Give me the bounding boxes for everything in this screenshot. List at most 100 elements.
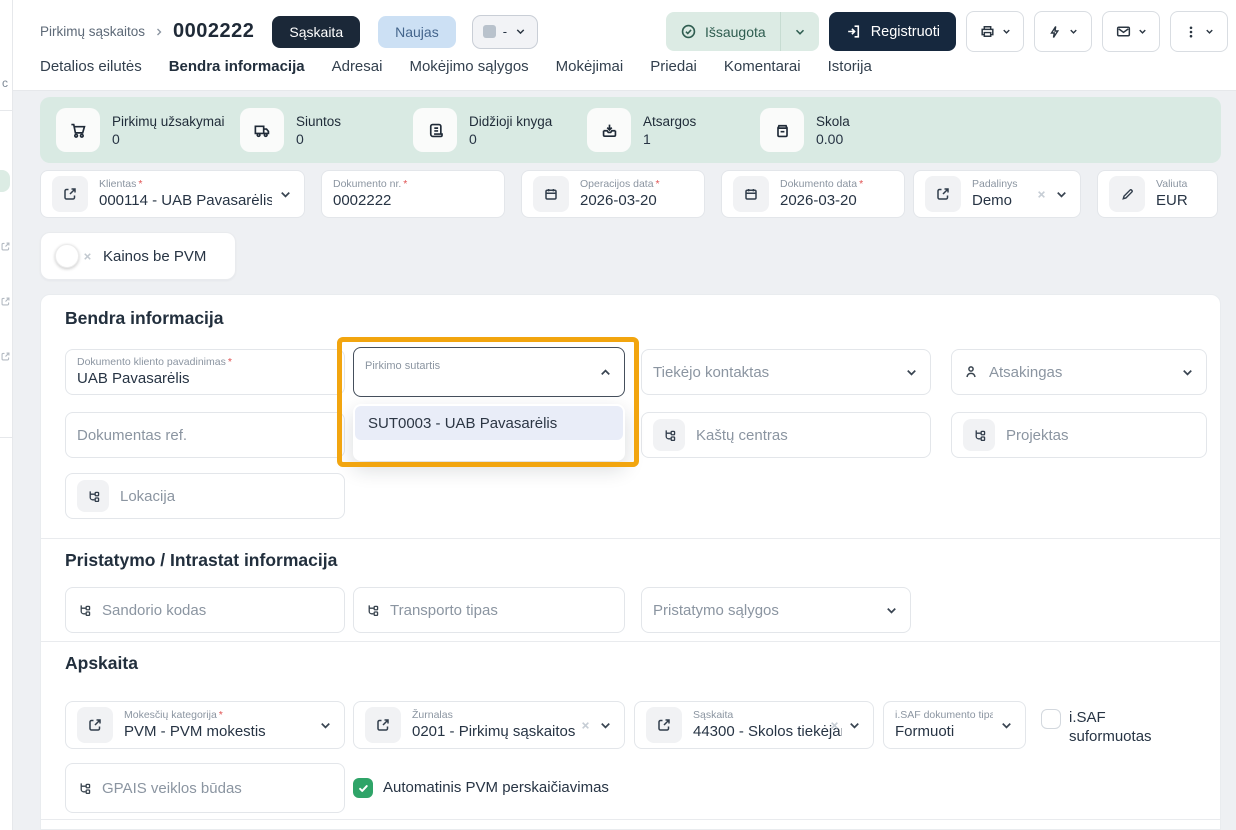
field-tiekejo-kontaktas[interactable]: Tiekėjo kontaktas bbox=[641, 349, 931, 395]
saved-split-button[interactable]: Išsaugota bbox=[666, 12, 819, 51]
chevron-up-icon bbox=[598, 365, 613, 380]
clear-icon[interactable] bbox=[828, 719, 841, 732]
field-dokumento-data[interactable]: Dokumento data*2026-03-20 bbox=[721, 170, 905, 218]
tab-mokejimo-salygos[interactable]: Mokėjimo sąlygos bbox=[409, 58, 528, 88]
pencil-icon[interactable] bbox=[1109, 176, 1145, 212]
email-button[interactable] bbox=[1102, 11, 1160, 52]
toggle-knob[interactable] bbox=[55, 244, 79, 268]
person-icon bbox=[963, 364, 979, 380]
print-button[interactable] bbox=[966, 11, 1024, 52]
field-valiuta[interactable]: ValiutaEUR bbox=[1097, 170, 1218, 218]
stat-shipments[interactable]: Siuntos0 bbox=[240, 108, 413, 152]
tab-detalios-eilutes[interactable]: Detalios eilutės bbox=[40, 58, 142, 88]
tree-icon bbox=[963, 419, 995, 451]
external-link-icon[interactable] bbox=[365, 707, 401, 743]
check-circle-icon bbox=[680, 23, 697, 40]
flash-icon bbox=[1047, 24, 1063, 40]
field-atsakingas[interactable]: Atsakingas bbox=[951, 349, 1207, 395]
toggle-kainos-be-pvm[interactable]: Kainos be PVM bbox=[40, 232, 236, 280]
clear-icon[interactable] bbox=[1035, 188, 1048, 201]
section-divider bbox=[41, 641, 1220, 642]
tab-komentarai[interactable]: Komentarai bbox=[724, 58, 801, 88]
chevron-down-icon bbox=[278, 187, 293, 202]
register-label: Registruoti bbox=[871, 24, 940, 40]
stat-general-ledger[interactable]: Didžioji knyga0 bbox=[413, 108, 587, 152]
field-projektas[interactable]: Projektas bbox=[951, 412, 1207, 458]
field-pristatymo-salygos[interactable]: Pristatymo sąlygos bbox=[641, 587, 911, 633]
tab-bar: Detalios eilutės Bendra informacija Adre… bbox=[40, 58, 872, 88]
status-badge: Sąskaita bbox=[272, 16, 360, 48]
sidebar-divider bbox=[0, 437, 12, 438]
tree-icon bbox=[365, 603, 380, 618]
external-link-icon[interactable] bbox=[925, 176, 961, 212]
stat-debt[interactable]: Skola0.00 bbox=[760, 108, 850, 152]
stat-inventory[interactable]: Atsargos1 bbox=[587, 108, 760, 152]
chevron-down-icon bbox=[847, 718, 862, 733]
ledger-icon bbox=[413, 108, 457, 152]
color-select-value: - bbox=[503, 24, 507, 39]
field-transporto-tipas[interactable]: Transporto tipas bbox=[353, 587, 625, 633]
chevron-down-icon bbox=[1204, 26, 1215, 37]
page-title-doc-number: 0002222 bbox=[173, 20, 254, 43]
external-link-icon[interactable] bbox=[77, 707, 113, 743]
section-divider bbox=[41, 819, 1220, 820]
tab-adresai[interactable]: Adresai bbox=[332, 58, 383, 88]
field-padalinys[interactable]: PadalinysDemo bbox=[913, 170, 1081, 218]
field-gpais-veiklos-budas[interactable]: GPAIS veiklos būdas bbox=[65, 763, 345, 813]
sidebar-active-item[interactable] bbox=[0, 170, 10, 192]
tab-istorija[interactable]: Istorija bbox=[828, 58, 872, 88]
field-sandorio-kodas[interactable]: Sandorio kodas bbox=[65, 587, 345, 633]
chevron-down-icon bbox=[999, 718, 1014, 733]
tab-priedai[interactable]: Priedai bbox=[650, 58, 697, 88]
checkbox-isaf-suformuotas[interactable]: i.SAF suformuotas bbox=[1041, 709, 1198, 747]
checkbox-auto-pvm[interactable]: Automatinis PVM perskaičiavimas bbox=[353, 778, 609, 798]
field-saskaita[interactable]: Sąskaita44300 - Skolos tiekėjams už bbox=[634, 701, 874, 749]
color-swatch bbox=[483, 25, 496, 38]
field-klientas[interactable]: Klientas*000114 - UAB Pavasarėlis bbox=[40, 170, 305, 218]
field-dokumentas-ref[interactable]: Dokumentas ref. bbox=[65, 412, 345, 458]
actions-button[interactable] bbox=[1034, 11, 1092, 52]
external-link-icon[interactable] bbox=[52, 176, 88, 212]
dropdown-option-sut0003[interactable]: SUT0003 - UAB Pavasarėlis bbox=[355, 406, 623, 440]
toggle-clear-icon[interactable] bbox=[82, 251, 93, 262]
breadcrumb[interactable]: Pirkimų sąskaitos bbox=[40, 24, 145, 39]
field-isaf-dokumento-tipas[interactable]: i.SAF dokumento tipasFormuoti bbox=[883, 701, 1026, 749]
field-dokumento-nr[interactable]: Dokumento nr.*0002222 bbox=[321, 170, 505, 218]
external-link-icon[interactable] bbox=[0, 296, 11, 307]
clear-icon[interactable] bbox=[579, 719, 592, 732]
tab-bendra-informacija[interactable]: Bendra informacija bbox=[169, 58, 305, 88]
calendar-icon[interactable] bbox=[533, 176, 569, 212]
sidebar-divider bbox=[0, 110, 12, 111]
external-link-icon[interactable] bbox=[646, 707, 682, 743]
color-tag-select[interactable]: - bbox=[472, 15, 538, 49]
debt-icon bbox=[760, 108, 804, 152]
external-link-icon[interactable] bbox=[0, 351, 11, 362]
chevron-down-icon bbox=[318, 718, 333, 733]
field-operacijos-data[interactable]: Operacijos data*2026-03-20 bbox=[521, 170, 705, 218]
sidebar-clipped-text: c bbox=[2, 76, 8, 90]
field-zurnalas[interactable]: Žurnalas0201 - Pirkimų sąskaitos bbox=[353, 701, 625, 749]
register-button[interactable]: Registruoti bbox=[829, 12, 956, 51]
tab-mokejimai[interactable]: Mokėjimai bbox=[556, 58, 624, 88]
more-button[interactable] bbox=[1170, 11, 1228, 52]
field-mokesciu-kategorija[interactable]: Mokesčių kategorija*PVM - PVM mokestis bbox=[65, 701, 345, 749]
checkbox-unchecked[interactable] bbox=[1041, 709, 1061, 729]
section-title-delivery: Pristatymo / Intrastat informacija bbox=[65, 550, 337, 571]
purchase-invoice-page: c Pirkimų sąskaitos 0002222 Sąskaita Nau… bbox=[0, 0, 1236, 830]
checkbox-checked[interactable] bbox=[353, 778, 373, 798]
printer-icon bbox=[979, 23, 996, 40]
chevron-down-icon bbox=[884, 603, 899, 618]
field-kastu-centras[interactable]: Kaštų centras bbox=[641, 412, 931, 458]
field-doc-client-name[interactable]: Dokumento kliento pavadinimas*UAB Pavasa… bbox=[65, 349, 345, 395]
field-pirkimo-sutartis-open[interactable]: Pirkimo sutartis bbox=[353, 347, 625, 397]
field-lokacija[interactable]: Lokacija bbox=[65, 473, 345, 519]
calendar-icon[interactable] bbox=[733, 176, 769, 212]
tree-icon bbox=[653, 419, 685, 451]
external-link-icon[interactable] bbox=[0, 241, 11, 252]
section-title-accounting: Apskaita bbox=[65, 653, 138, 674]
chevron-down-icon bbox=[904, 365, 919, 380]
saved-dropdown-toggle[interactable] bbox=[781, 25, 819, 39]
stat-purchase-orders[interactable]: Pirkimų užsakymai0 bbox=[56, 108, 240, 152]
form-card: Bendra informacija Dokumento kliento pav… bbox=[40, 294, 1221, 830]
chevron-down-icon bbox=[1068, 26, 1079, 37]
